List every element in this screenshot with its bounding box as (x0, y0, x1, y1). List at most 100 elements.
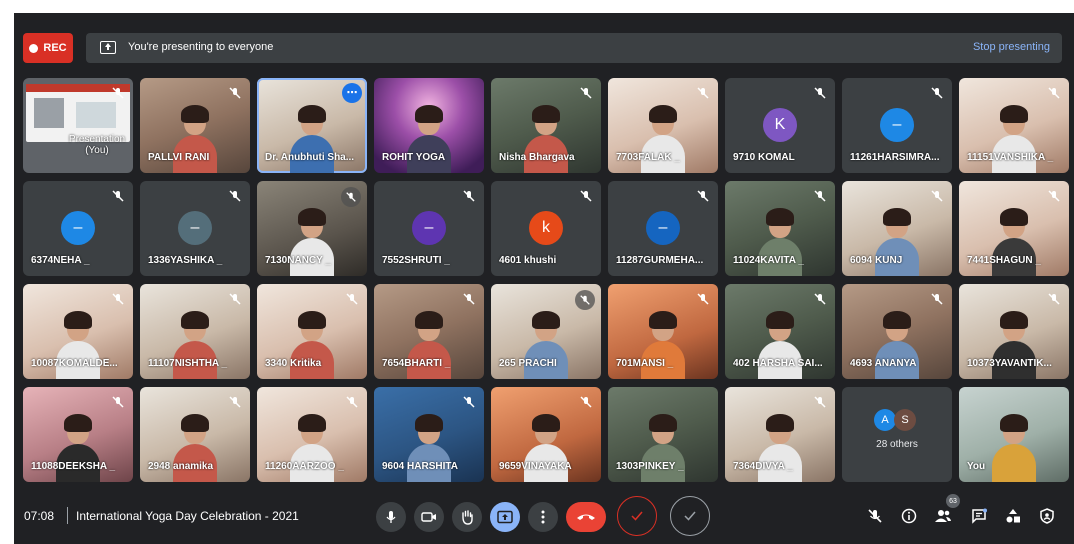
participant-tile[interactable]: 7130NANCY _ (257, 181, 367, 276)
check-button[interactable] (670, 496, 710, 536)
participant-name: 402 HARSHA SAI... (733, 358, 823, 369)
participant-tile[interactable]: 265 PRACHI (491, 284, 601, 379)
avatar: K (763, 108, 797, 142)
participant-name: 11107NISHTHA _ (148, 358, 228, 369)
participant-tile[interactable]: – 11261HARSIMRA... (842, 78, 952, 173)
participant-tile[interactable]: – 6374NEHA _ (23, 181, 133, 276)
avatar: S (894, 409, 916, 431)
camera-button[interactable] (414, 502, 444, 532)
participant-tile[interactable]: ROHIT YOGA (374, 78, 484, 173)
participant-name: 11261HARSIMRA... (850, 152, 940, 163)
mic-off-icon (579, 395, 593, 409)
mic-off-icon (345, 292, 359, 306)
present-now-button[interactable] (490, 502, 520, 532)
divider (67, 507, 68, 524)
top-bar: REC You're presenting to everyone Stop p… (23, 33, 1062, 64)
participant-tile[interactable]: 3340 Kritika (257, 284, 367, 379)
participant-name: 7703FALAK _ (616, 152, 680, 163)
participant-tile[interactable]: – 7552SHRUTI _ (374, 181, 484, 276)
participant-name: 6094 KUNJ (850, 255, 903, 266)
recording-indicator[interactable]: REC (23, 33, 73, 63)
mic-off-icon (228, 395, 242, 409)
chat-icon[interactable] (968, 505, 990, 527)
mic-off-icon (696, 86, 710, 100)
participant-tile[interactable]: 6094 KUNJ (842, 181, 952, 276)
participant-tile[interactable]: 11151VANSHIKA _ (959, 78, 1069, 173)
leave-call-button[interactable] (566, 502, 606, 532)
mic-off-icon[interactable] (864, 505, 886, 527)
participant-name: 9710 KOMAL (733, 152, 795, 163)
participant-tile[interactable]: 11088DEEKSHA _ (23, 387, 133, 482)
participant-name: 7654BHARTI _ (382, 358, 451, 369)
participant-tile[interactable]: 7364DIVYA _ (725, 387, 835, 482)
participant-tile[interactable]: 9604 HARSHITA (374, 387, 484, 482)
raise-hand-button[interactable] (452, 502, 482, 532)
info-icon[interactable] (898, 505, 920, 527)
participant-tile[interactable]: 7441SHAGUN _ (959, 181, 1069, 276)
participant-tile[interactable]: k 4601 khushi (491, 181, 601, 276)
participant-name: 10087KOMALDE... (31, 358, 118, 369)
rec-label: REC (43, 42, 67, 54)
participant-tile[interactable]: 7654BHARTI _ (374, 284, 484, 379)
avatar: – (880, 108, 914, 142)
check-icon (684, 511, 696, 521)
more-options-icon[interactable]: ⋯ (342, 83, 362, 103)
mic-off-icon (462, 292, 476, 306)
participant-tile[interactable]: K 9710 KOMAL (725, 78, 835, 173)
participant-tile[interactable]: Nisha Bhargava (491, 78, 601, 173)
presenting-banner: You're presenting to everyone Stop prese… (86, 33, 1062, 63)
participant-name: 3340 Kritika (265, 358, 322, 369)
stop-presenting-button[interactable]: Stop presenting (973, 41, 1050, 53)
participant-name: 1303PINKEY _ (616, 461, 684, 472)
participant-tile[interactable]: 10087KOMALDE... (23, 284, 133, 379)
participant-name: 265 PRACHI (499, 358, 557, 369)
avatar: – (61, 211, 95, 245)
participant-name: 11260AARZOO _ (265, 461, 344, 472)
participant-tile[interactable]: 10373YAVANTIK... (959, 284, 1069, 379)
others-tile[interactable]: A S 28 others (842, 387, 952, 482)
participant-tile-self[interactable]: You (959, 387, 1069, 482)
participant-tile-presentation[interactable]: Presentation (You) (23, 78, 133, 173)
mic-off-icon (1047, 292, 1061, 306)
avatar: k (529, 211, 563, 245)
participant-name: 4601 khushi (499, 255, 557, 266)
more-options-button[interactable] (528, 502, 558, 532)
microphone-button[interactable] (376, 502, 406, 532)
participant-tile[interactable]: 1303PINKEY _ (608, 387, 718, 482)
participant-name: 2948 anamika (148, 461, 214, 472)
participant-tile[interactable]: – 11287GURMEHA... (608, 181, 718, 276)
mic-off-icon (228, 292, 242, 306)
participant-tile[interactable]: 11107NISHTHA _ (140, 284, 250, 379)
participant-tile[interactable]: Dr. Anubhuti Sha... ⋯ (257, 78, 367, 173)
participant-tile[interactable]: 2948 anamika (140, 387, 250, 482)
meet-window: REC You're presenting to everyone Stop p… (14, 13, 1074, 544)
mic-off-icon (930, 292, 944, 306)
participant-tile[interactable]: 11260AARZOO _ (257, 387, 367, 482)
mic-off-icon (813, 189, 827, 203)
present-screen-icon (100, 41, 116, 54)
check-icon (631, 511, 643, 521)
participant-tile[interactable]: – 1336YASHIKA _ (140, 181, 250, 276)
check-button[interactable] (617, 496, 657, 536)
avatar: – (178, 211, 212, 245)
mic-off-icon (1047, 86, 1061, 100)
participant-tile[interactable]: 9659VINAYAKA (491, 387, 601, 482)
participant-name: 7130NANCY _ (265, 255, 331, 266)
bottom-bar: 07:08 International Yoga Day Celebration… (14, 493, 1074, 544)
mic-off-icon (228, 189, 242, 203)
participant-tile[interactable]: 7703FALAK _ (608, 78, 718, 173)
participant-name: 1336YASHIKA _ (148, 255, 223, 266)
activities-icon[interactable] (1002, 505, 1024, 527)
people-icon[interactable] (932, 505, 954, 527)
participant-name: You (967, 461, 986, 472)
participant-tile[interactable]: 402 HARSHA SAI... (725, 284, 835, 379)
participant-tile[interactable]: PALLVI RANI (140, 78, 250, 173)
participant-tile[interactable]: 11024KAVITA _ (725, 181, 835, 276)
present-screen-icon (497, 510, 513, 524)
participant-name: ROHIT YOGA (382, 152, 446, 163)
host-controls-icon[interactable] (1036, 505, 1058, 527)
participant-tile[interactable]: 4693 ANANYA (842, 284, 952, 379)
participant-name: 10373YAVANTIK... (967, 358, 1052, 369)
participant-tile[interactable]: 701MANSI _ (608, 284, 718, 379)
participant-name: 11024KAVITA _ (733, 255, 804, 266)
